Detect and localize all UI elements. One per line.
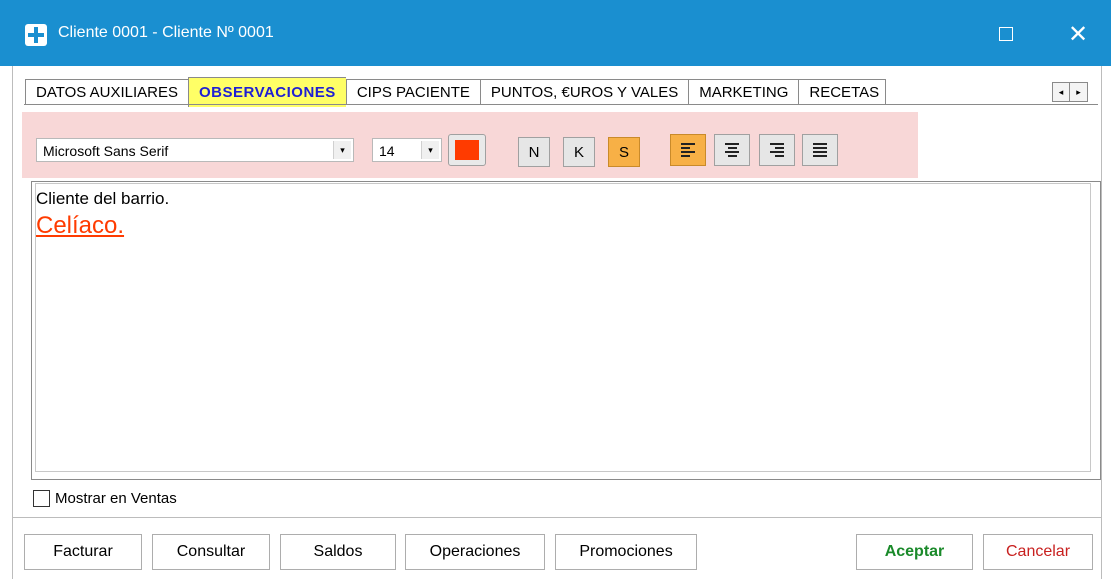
text-color-button[interactable] [448, 134, 486, 166]
align-left-button[interactable] [670, 134, 706, 166]
saldos-button[interactable]: Saldos [280, 534, 396, 570]
tab-scroll-buttons: ◂ ▸ [1052, 82, 1088, 102]
operaciones-button[interactable]: Operaciones [405, 534, 545, 570]
footer-divider [12, 517, 1102, 518]
italic-button[interactable]: K [563, 137, 595, 167]
tab-marketing[interactable]: MARKETING [688, 79, 799, 105]
tab-puntos-euros-vales[interactable]: PUNTOS, €UROS Y VALES [479, 79, 689, 105]
close-button[interactable]: ✕ [1052, 16, 1104, 52]
tab-scroll-right-icon[interactable]: ▸ [1070, 82, 1088, 102]
color-swatch-icon [455, 140, 479, 160]
underline-button[interactable]: S [608, 137, 640, 167]
consultar-button[interactable]: Consultar [152, 534, 270, 570]
align-right-icon [770, 143, 784, 157]
align-justify-icon [813, 143, 827, 157]
chevron-down-icon[interactable]: ▾ [421, 141, 439, 159]
maximize-icon [999, 27, 1013, 41]
title-bar: Cliente 0001 - Cliente Nº 0001 ✕ [0, 0, 1111, 66]
mostrar-en-ventas-label[interactable]: Mostrar en Ventas [55, 490, 177, 507]
editor-inner-border [35, 183, 1091, 472]
tab-scroll-left-icon[interactable]: ◂ [1052, 82, 1070, 102]
align-center-button[interactable] [714, 134, 750, 166]
bold-button[interactable]: N [518, 137, 550, 167]
align-right-button[interactable] [759, 134, 795, 166]
window-title: Cliente 0001 - Cliente Nº 0001 [58, 24, 274, 41]
font-family-select[interactable]: Microsoft Sans Serif ▾ [36, 138, 354, 162]
mostrar-en-ventas-checkbox[interactable] [33, 490, 50, 507]
editor-line-2: Celíaco. [36, 212, 125, 239]
font-size-value: 14 [379, 143, 395, 159]
chevron-down-icon[interactable]: ▾ [333, 141, 351, 159]
tab-observaciones[interactable]: OBSERVACIONES [188, 77, 346, 107]
align-left-icon [681, 143, 695, 157]
font-size-select[interactable]: 14 ▾ [372, 138, 442, 162]
tab-datos-auxiliares[interactable]: DATOS AUXILIARES [25, 79, 188, 105]
tab-panel-divider [24, 104, 1098, 105]
align-justify-button[interactable] [802, 134, 838, 166]
app-cross-icon [25, 24, 47, 46]
maximize-button[interactable] [980, 16, 1032, 52]
facturar-button[interactable]: Facturar [24, 534, 142, 570]
aceptar-button[interactable]: Aceptar [856, 534, 973, 570]
tab-strip: DATOS AUXILIARES OBSERVACIONES CIPS PACI… [25, 77, 887, 107]
promociones-button[interactable]: Promociones [555, 534, 697, 570]
editor-line-1: Cliente del barrio. [36, 189, 170, 208]
cancelar-button[interactable]: Cancelar [983, 534, 1093, 570]
tab-recetas[interactable]: RECETAS [798, 79, 887, 105]
align-center-icon [725, 143, 739, 157]
tab-cips-paciente[interactable]: CIPS PACIENTE [345, 79, 480, 105]
font-family-value: Microsoft Sans Serif [43, 143, 169, 159]
